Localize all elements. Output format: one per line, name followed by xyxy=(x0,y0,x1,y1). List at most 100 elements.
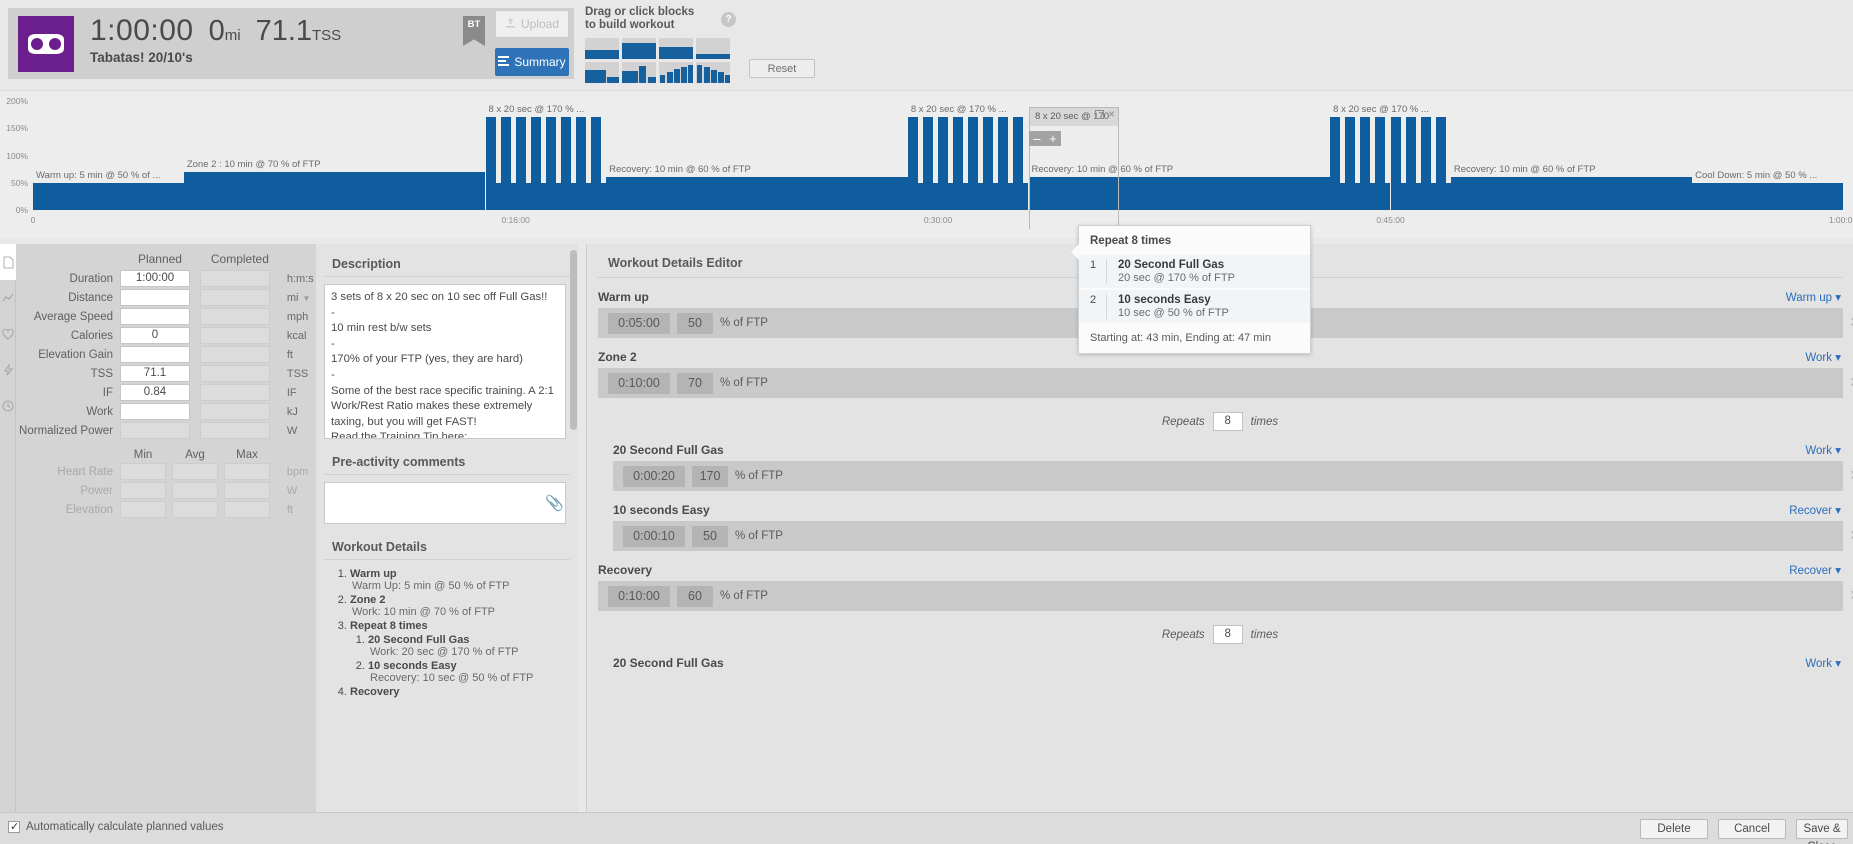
intensity-input[interactable]: 60 xyxy=(677,585,713,607)
chart-interval-bar[interactable] xyxy=(998,117,1009,210)
chart-interval-bar[interactable] xyxy=(922,117,933,210)
planned-avgspeed-input[interactable] xyxy=(120,308,190,325)
palette-block-intervals-up[interactable] xyxy=(659,62,693,83)
delete-step-icon[interactable]: ✕ xyxy=(1849,527,1853,544)
chart-interval-bar[interactable] xyxy=(545,117,556,210)
chart-interval-bar[interactable] xyxy=(1330,117,1341,210)
planned-duration-input[interactable]: 1:00:00 xyxy=(120,270,190,287)
chart-segment-bar[interactable] xyxy=(1692,182,1843,210)
workout-power-chart[interactable]: 200% 150% 100% 50% 0% 0 0:16:00 0:30:00 0:45:00 1… xyxy=(0,90,1853,354)
chart-segment-bar[interactable] xyxy=(1450,177,1693,210)
chart-interval-bar[interactable] xyxy=(530,117,541,210)
chart-interval-bar[interactable] xyxy=(1390,117,1401,210)
chart-interval-bar[interactable] xyxy=(1360,117,1371,210)
intensity-input[interactable]: 70 xyxy=(677,372,713,394)
chart-interval-bar[interactable] xyxy=(968,117,979,210)
chart-interval-bar[interactable] xyxy=(1375,117,1386,210)
delete-step-icon[interactable]: ✕ xyxy=(1849,467,1853,484)
chart-interval-bar[interactable] xyxy=(1013,117,1024,210)
chevron-down-icon[interactable]: ▾ xyxy=(1835,352,1841,364)
palette-block-steady-mid[interactable] xyxy=(659,38,693,59)
attachment-icon[interactable]: 📎 xyxy=(545,494,564,512)
zone-selector[interactable]: Recover ▾ xyxy=(1789,563,1841,577)
zone-selector[interactable]: Work ▾ xyxy=(1805,350,1841,364)
upload-button[interactable]: Upload xyxy=(495,10,569,38)
duplicate-icon[interactable] xyxy=(1094,110,1104,119)
chart-interval-bar[interactable] xyxy=(485,117,496,210)
chart-interval-bar[interactable] xyxy=(560,117,571,210)
chevron-down-icon[interactable]: ▾ xyxy=(1835,292,1841,304)
auto-calculate-toggle[interactable]: Automatically calculate planned values xyxy=(8,820,224,833)
palette-block-intervals-down[interactable] xyxy=(696,62,730,83)
summary-button[interactable]: Summary xyxy=(495,48,569,76)
reset-button[interactable]: Reset xyxy=(749,59,815,78)
planned-if-input[interactable]: 0.84 xyxy=(120,384,190,401)
delete-step-icon[interactable]: ✕ xyxy=(1849,314,1853,331)
repeats-input[interactable]: 8 xyxy=(1212,412,1243,431)
description-textarea[interactable]: 3 sets of 8 x 20 sec on 10 sec off Full … xyxy=(324,284,566,439)
chart-segment-bar[interactable] xyxy=(183,171,486,210)
chart-segment-bar[interactable] xyxy=(606,177,908,210)
duration-input[interactable]: 0:00:20 xyxy=(623,465,685,487)
planned-tss-input[interactable]: 71.1 xyxy=(120,365,190,382)
zone-selector[interactable]: Recover ▾ xyxy=(1789,503,1841,517)
chart-interval-bar[interactable] xyxy=(591,117,602,210)
chart-interval-bar[interactable] xyxy=(953,117,964,210)
chevron-down-icon[interactable]: ▾ xyxy=(1835,565,1841,577)
checkbox-icon[interactable] xyxy=(8,820,20,833)
palette-block-steady-verylow[interactable] xyxy=(696,38,730,59)
chart-interval-bar[interactable] xyxy=(1405,117,1416,210)
palette-block-steady-high[interactable] xyxy=(622,38,656,59)
plus-icon[interactable]: + xyxy=(1049,132,1057,145)
rail-item-power[interactable] xyxy=(0,352,16,388)
palette-block-step-down[interactable] xyxy=(585,62,619,83)
rail-item-heart[interactable] xyxy=(0,316,16,352)
chart-interval-bar[interactable] xyxy=(1435,117,1446,210)
chevron-down-icon[interactable]: ▼ xyxy=(302,294,310,303)
chevron-down-icon[interactable]: ▾ xyxy=(1835,505,1841,517)
duration-input[interactable]: 0:05:00 xyxy=(608,312,670,334)
close-icon[interactable]: × xyxy=(1108,108,1115,120)
duration-input[interactable]: 0:00:10 xyxy=(623,525,685,547)
rail-item-details[interactable] xyxy=(0,244,16,280)
selected-block-actions[interactable]: × xyxy=(1094,108,1115,120)
repeat-stepper[interactable]: – + xyxy=(1029,131,1061,146)
chart-interval-bar[interactable] xyxy=(576,117,587,210)
delete-button[interactable]: Delete xyxy=(1640,819,1708,839)
minus-icon[interactable]: – xyxy=(1033,132,1040,145)
chart-interval-bar[interactable] xyxy=(500,117,511,210)
planned-distance-input[interactable] xyxy=(120,289,190,306)
zone-selector[interactable]: Work ▾ xyxy=(1805,443,1841,457)
selected-interval-block[interactable]: 8 x 20 sec @ 170 % ... × xyxy=(1029,107,1119,229)
intensity-input[interactable]: 50 xyxy=(692,525,728,547)
planned-calories-input[interactable]: 0 xyxy=(120,327,190,344)
intensity-input[interactable]: 170 xyxy=(692,465,728,487)
planned-work-input[interactable] xyxy=(120,403,190,420)
zone-selector[interactable]: Warm up ▾ xyxy=(1786,290,1841,304)
intensity-input[interactable]: 50 xyxy=(677,312,713,334)
rail-item-chart[interactable] xyxy=(0,280,16,316)
repeats-input[interactable]: 8 xyxy=(1212,625,1243,644)
duration-input[interactable]: 0:10:00 xyxy=(608,585,670,607)
pre-activity-textarea[interactable] xyxy=(324,482,566,524)
delete-step-icon[interactable]: ✕ xyxy=(1849,587,1853,604)
chart-interval-bar[interactable] xyxy=(983,117,994,210)
chevron-down-icon[interactable]: ▾ xyxy=(1835,445,1841,457)
row-unit[interactable]: mi ▼ xyxy=(280,289,316,306)
palette-block-ramp-up[interactable] xyxy=(622,62,656,83)
chart-interval-bar[interactable] xyxy=(1345,117,1356,210)
chevron-down-icon[interactable]: ▾ xyxy=(1835,658,1841,670)
chart-interval-bar[interactable] xyxy=(1420,117,1431,210)
planned-elevgain-input[interactable] xyxy=(120,346,190,363)
delete-step-icon[interactable]: ✕ xyxy=(1849,374,1853,391)
duration-input[interactable]: 0:10:00 xyxy=(608,372,670,394)
zone-selector[interactable]: Work ▾ xyxy=(1805,656,1841,670)
chart-interval-bar[interactable] xyxy=(515,117,526,210)
chart-interval-bar[interactable] xyxy=(907,117,918,210)
rail-item-time[interactable] xyxy=(0,388,16,424)
palette-block-steady-low[interactable] xyxy=(585,38,619,59)
chart-interval-bar[interactable] xyxy=(938,117,949,210)
save-close-button[interactable]: Save & Close xyxy=(1796,819,1848,844)
help-icon[interactable]: ? xyxy=(721,12,736,27)
chart-segment-bar[interactable] xyxy=(33,182,184,210)
